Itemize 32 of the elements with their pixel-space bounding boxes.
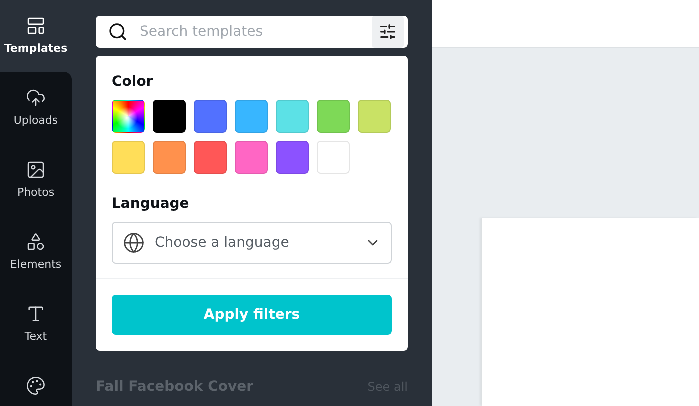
sidebar-item[interactable]: Elements [0,216,72,288]
color-swatch[interactable] [358,100,391,133]
text-icon [26,304,46,324]
palette-icon [26,376,46,396]
color-swatch[interactable] [276,141,309,174]
color-swatch[interactable] [276,100,309,133]
color-swatch[interactable] [153,100,186,133]
color-swatch[interactable] [112,100,145,133]
language-dropdown[interactable]: Choose a language [112,222,392,264]
filter-button[interactable] [372,16,404,48]
shapes-icon [26,232,46,252]
section-title: Language [112,196,190,212]
color-swatch[interactable] [235,141,268,174]
image-icon [26,160,46,180]
color-swatch[interactable] [194,141,227,174]
search-icon [108,22,128,42]
color-swatch[interactable] [235,100,268,133]
color-swatch[interactable] [194,100,227,133]
search-field[interactable]: Search templates [138,23,362,41]
sidebar-item[interactable]: Uploads [0,72,72,144]
color-swatch[interactable] [317,100,350,133]
upload-icon [26,88,46,108]
search-box[interactable]: Search templates [96,16,408,48]
sliders-icon [379,23,397,41]
sidebar-item[interactable]: Photos [0,144,72,216]
color-swatch[interactable] [317,141,350,174]
template-icon [26,16,46,36]
color-swatch[interactable] [112,141,145,174]
globe-icon [123,232,145,254]
section-title: Color [112,74,154,90]
sidebar-item[interactable]: Text [0,288,72,360]
color-swatch[interactable] [153,141,186,174]
